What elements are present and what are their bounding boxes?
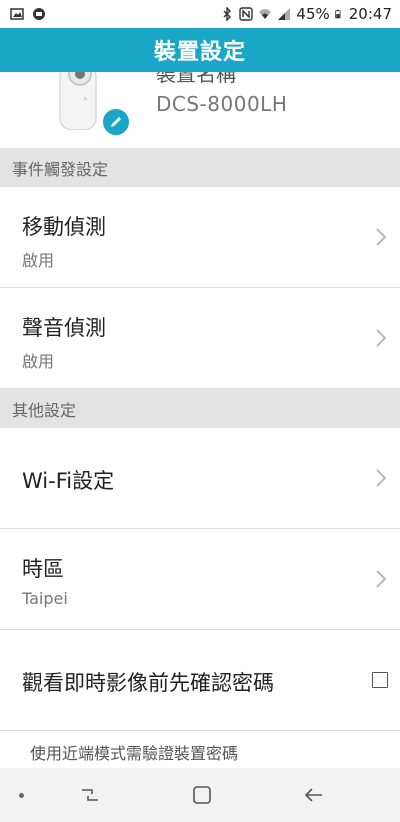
edit-device-button[interactable] — [100, 106, 132, 138]
row-title: 聲音偵測 — [22, 316, 106, 340]
chevron-right-icon — [376, 228, 387, 246]
row-title: 觀看即時影像前先確認密碼 — [22, 671, 274, 695]
battery-percent: 45% — [296, 5, 330, 23]
section-header-other: 其他設定 — [0, 389, 400, 428]
image-icon — [10, 8, 24, 20]
status-left — [10, 7, 46, 21]
row-value: Taipei — [22, 589, 68, 608]
footer-note: 使用近端模式需驗證裝置密碼 — [30, 744, 239, 763]
nfc-icon — [239, 7, 254, 21]
section-header-events: 事件觸發設定 — [0, 148, 400, 187]
camera-image: ᴰ — [59, 72, 97, 130]
clock: 20:47 — [348, 5, 392, 23]
row-status: 啟用 — [22, 251, 55, 270]
back-icon[interactable] — [302, 783, 326, 807]
nav-dot — [19, 793, 24, 798]
page-title: 裝置設定 — [153, 40, 246, 65]
chevron-right-icon — [376, 570, 387, 588]
battery-icon — [335, 9, 341, 19]
status-bar: 45% 20:47 — [0, 0, 400, 28]
row-title: Wi-Fi設定 — [22, 469, 115, 493]
row-title: 時區 — [22, 557, 64, 581]
section-title: 其他設定 — [12, 400, 77, 420]
app-bar: 裝置設定 — [0, 28, 400, 72]
recent-apps-icon[interactable] — [78, 783, 102, 807]
row-title: 移動偵測 — [22, 215, 106, 239]
row-sound-detection[interactable]: 聲音偵測 啟用 — [0, 288, 400, 389]
bluetooth-icon — [223, 7, 232, 21]
row-status: 啟用 — [22, 352, 55, 371]
signal-icon — [278, 8, 291, 20]
section-title: 事件觸發設定 — [12, 159, 109, 179]
navigation-bar — [0, 768, 400, 822]
wifi-icon — [259, 9, 272, 19]
password-confirm-checkbox[interactable] — [372, 672, 388, 688]
svg-text:ᴰ: ᴰ — [84, 97, 87, 104]
status-right: 45% 20:47 — [220, 5, 392, 23]
row-timezone[interactable]: 時區 Taipei — [0, 529, 400, 630]
device-header: ᴰ 裝置名稱 DCS-8000LH — [0, 72, 400, 148]
device-name: 裝置名稱 — [156, 72, 236, 86]
chevron-right-icon — [376, 469, 387, 487]
device-model: DCS-8000LH — [156, 92, 288, 116]
row-wifi-settings[interactable]: Wi-Fi設定 — [0, 428, 400, 529]
home-icon[interactable] — [190, 783, 214, 807]
chat-icon — [33, 8, 45, 20]
row-password-confirm[interactable]: 觀看即時影像前先確認密碼 — [0, 630, 400, 731]
row-motion-detection[interactable]: 移動偵測 啟用 — [0, 187, 400, 288]
pencil-icon — [111, 117, 121, 127]
chevron-right-icon — [376, 329, 387, 347]
